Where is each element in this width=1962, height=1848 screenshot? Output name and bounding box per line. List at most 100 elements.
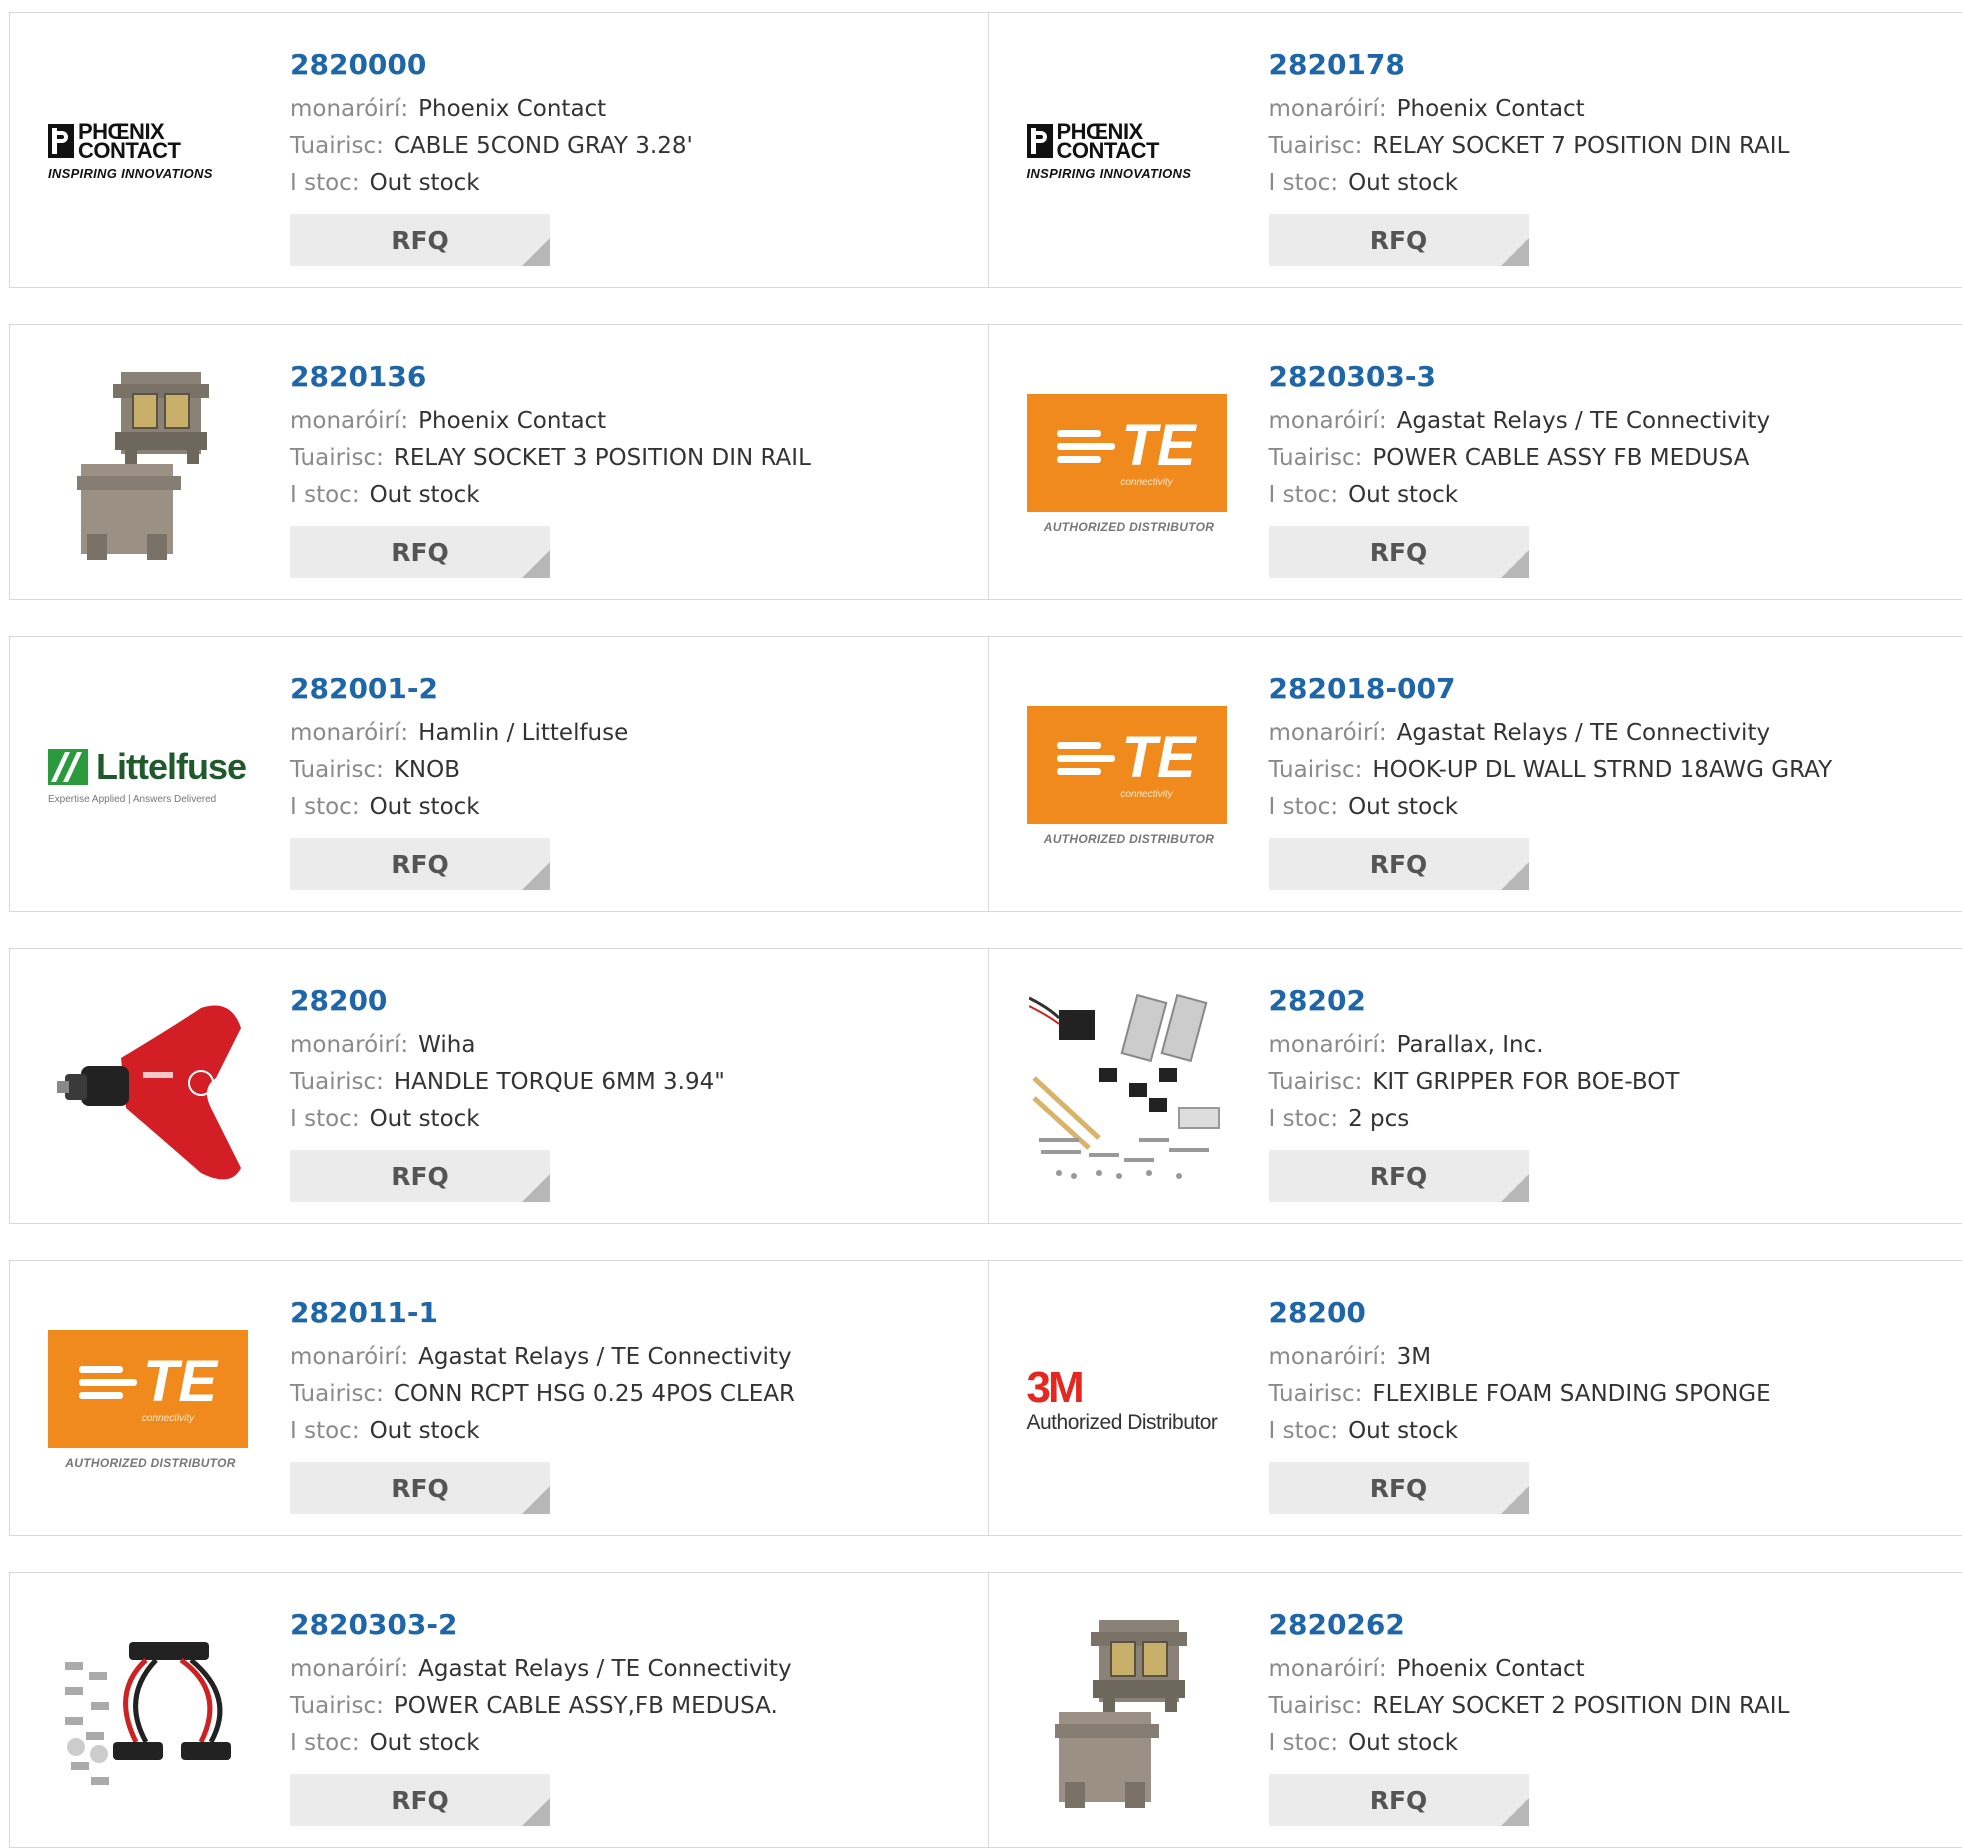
product-thumbnail[interactable]: 3M Authorized Distributor: [1027, 1297, 1232, 1502]
stock-label: I stoc:: [290, 482, 360, 508]
corner-triangle-icon: [522, 1798, 550, 1826]
rfq-button[interactable]: RFQ: [290, 214, 550, 266]
product-thumbnail[interactable]: [48, 985, 253, 1190]
stock-value: 2 pcs: [1348, 1106, 1409, 1132]
description-value: RELAY SOCKET 7 POSITION DIN RAIL: [1372, 133, 1789, 159]
stock-row: I stoc: 2 pcs: [1269, 1101, 1962, 1138]
relay-socket-image: [1029, 1612, 1229, 1812]
manufacturer-row: monaróirí: Agastat Relays / TE Connectivi…: [290, 1339, 988, 1376]
product-thumbnail[interactable]: PHŒNIX CONTACT INSPIRING INNOVATIONS: [48, 49, 253, 254]
part-number-link[interactable]: 2820303-3: [1269, 357, 1962, 397]
part-number-link[interactable]: 28200: [290, 981, 988, 1021]
product-info: 2820262monaróirí:Phoenix ContactTuairisc…: [1269, 1605, 1962, 1762]
part-number-link[interactable]: 282001-2: [290, 669, 988, 709]
corner-triangle-icon: [522, 238, 550, 266]
part-number-link[interactable]: 282011-1: [290, 1293, 988, 1333]
product-thumbnail[interactable]: TE connectivity AUTHORIZED DISTRIBUTOR: [1027, 673, 1232, 878]
stock-label: I stoc:: [290, 1106, 360, 1132]
product-card: 3M Authorized Distributor 28200 monaróirí…: [988, 1261, 1962, 1535]
description-row: Tuairisc: CABLE 5COND GRAY 3.28': [290, 128, 988, 165]
product-info: 2820136 monaróirí:Phoenix Contact Tuairisc…: [290, 357, 988, 514]
rfq-button[interactable]: RFQ: [1269, 1150, 1529, 1202]
te-connectivity-logo: TE connectivity AUTHORIZED DISTRIBUTOR: [1027, 706, 1232, 846]
part-number-link[interactable]: 2820303-2: [290, 1605, 988, 1645]
product-card: TE connectivity AUTHORIZED DISTRIBUTOR 2…: [988, 325, 1962, 599]
manufacturer-row: monaróirí:Parallax, Inc.: [1269, 1027, 1962, 1064]
stock-row: I stoc:Out stock: [290, 789, 988, 826]
manufacturer-value: Agastat Relays / TE Connectivity: [418, 1344, 791, 1370]
part-number-link[interactable]: 28200: [1269, 1293, 1962, 1333]
description-value: HANDLE TORQUE 6MM 3.94": [394, 1069, 725, 1095]
rfq-button[interactable]: RFQ: [290, 1150, 550, 1202]
product-thumbnail[interactable]: TE connectivity AUTHORIZED DISTRIBUTOR: [48, 1297, 253, 1502]
part-number-link[interactable]: 2820262: [1269, 1605, 1962, 1645]
stock-label: I stoc:: [1269, 170, 1339, 196]
stock-value: Out stock: [1348, 170, 1458, 196]
product-thumbnail[interactable]: [48, 1609, 253, 1814]
corner-triangle-icon: [1501, 1486, 1529, 1514]
stock-value: Out stock: [1348, 1418, 1458, 1444]
rfq-button-label: RFQ: [1370, 226, 1428, 255]
product-info: 2820303-2monaróirí:Agastat Relays / TE C…: [290, 1605, 988, 1762]
manufacturer-label: monaróirí:: [290, 1344, 408, 1370]
rfq-button-label: RFQ: [1370, 850, 1428, 879]
part-number-link[interactable]: 282018-007: [1269, 669, 1962, 709]
rfq-button[interactable]: RFQ: [1269, 526, 1529, 578]
manufacturer-label: monaróirí:: [1269, 1344, 1387, 1370]
te-connectivity-logo: TE connectivity AUTHORIZED DISTRIBUTOR: [48, 1330, 253, 1470]
rfq-button-label: RFQ: [1370, 1162, 1428, 1191]
description-label: Tuairisc:: [290, 445, 384, 471]
gripper-kit-image: [1029, 988, 1229, 1188]
description-value: KIT GRIPPER FOR BOE-BOT: [1372, 1069, 1679, 1095]
rfq-button[interactable]: RFQ: [1269, 214, 1529, 266]
product-thumbnail[interactable]: TE connectivity AUTHORIZED DISTRIBUTOR: [1027, 361, 1232, 566]
manufacturer-value: Hamlin / Littelfuse: [418, 720, 628, 746]
rfq-button[interactable]: RFQ: [290, 1774, 550, 1826]
rfq-button[interactable]: RFQ: [290, 838, 550, 890]
description-value: RELAY SOCKET 2 POSITION DIN RAIL: [1372, 1693, 1789, 1719]
part-number-link[interactable]: 2820000: [290, 45, 988, 85]
corner-triangle-icon: [1501, 238, 1529, 266]
littelfuse-logo: Littelfuse Expertise Applied | Answers D…: [48, 746, 253, 805]
stock-row: I stoc:Out stock: [1269, 1413, 1962, 1450]
product-info: 2820000monaróirí:Phoenix ContactTuairisc…: [290, 45, 988, 202]
part-number-link[interactable]: 28202: [1269, 981, 1962, 1021]
product-thumbnail[interactable]: Littelfuse Expertise Applied | Answers D…: [48, 673, 253, 878]
manufacturer-value: Phoenix Contact: [1397, 1656, 1585, 1682]
corner-triangle-icon: [522, 1486, 550, 1514]
description-row: Tuairisc:POWER CABLE ASSY,FB MEDUSA.: [290, 1688, 988, 1725]
rfq-button[interactable]: RFQ: [1269, 838, 1529, 890]
product-thumbnail[interactable]: [1027, 1609, 1232, 1814]
stock-label: I stoc:: [290, 1730, 360, 1756]
product-info: 282018-007monaróirí:Agastat Relays / TE …: [1269, 669, 1962, 826]
part-number-link[interactable]: 2820136: [290, 357, 988, 397]
stock-row: I stoc:Out stock: [1269, 789, 1962, 826]
description-label: Tuairisc:: [290, 133, 384, 159]
rfq-button[interactable]: RFQ: [1269, 1774, 1529, 1826]
description-value: CABLE 5COND GRAY 3.28': [394, 133, 693, 159]
product-thumbnail[interactable]: [1027, 985, 1232, 1190]
description-row: Tuairisc:FLEXIBLE FOAM SANDING SPONGE: [1269, 1376, 1962, 1413]
description-label: Tuairisc:: [1269, 133, 1363, 159]
rfq-button[interactable]: RFQ: [290, 526, 550, 578]
description-label: Tuairisc:: [1269, 445, 1363, 471]
stock-label: I stoc:: [1269, 1106, 1339, 1132]
product-card: 2820136 monaróirí:Phoenix Contact Tuairisc…: [10, 325, 988, 599]
product-info: 2820178monaróirí:Phoenix ContactTuairisc…: [1269, 45, 1962, 202]
product-grid: PHŒNIX CONTACT INSPIRING INNOVATIONS 282…: [0, 0, 1962, 1840]
product-card: 2820262monaróirí:Phoenix ContactTuairisc…: [988, 1573, 1962, 1847]
rfq-button[interactable]: RFQ: [290, 1462, 550, 1514]
product-info: 2820303-3monaróirí:Agastat Relays / TE C…: [1269, 357, 1962, 514]
stock-label: I stoc:: [290, 794, 360, 820]
manufacturer-value: Wiha: [418, 1032, 475, 1058]
rfq-button-label: RFQ: [1370, 1786, 1428, 1815]
rfq-button[interactable]: RFQ: [1269, 1462, 1529, 1514]
product-card: TE connectivity AUTHORIZED DISTRIBUTOR 2…: [10, 1261, 988, 1535]
part-number-link[interactable]: 2820178: [1269, 45, 1962, 85]
rfq-button-label: RFQ: [391, 1786, 449, 1815]
stock-label: I stoc:: [1269, 794, 1339, 820]
product-thumbnail[interactable]: PHŒNIX CONTACT INSPIRING INNOVATIONS: [1027, 49, 1232, 254]
product-thumbnail[interactable]: [48, 361, 253, 566]
manufacturer-row: monaróirí:Phoenix Contact: [290, 403, 988, 440]
product-card: Littelfuse Expertise Applied | Answers D…: [10, 637, 988, 911]
